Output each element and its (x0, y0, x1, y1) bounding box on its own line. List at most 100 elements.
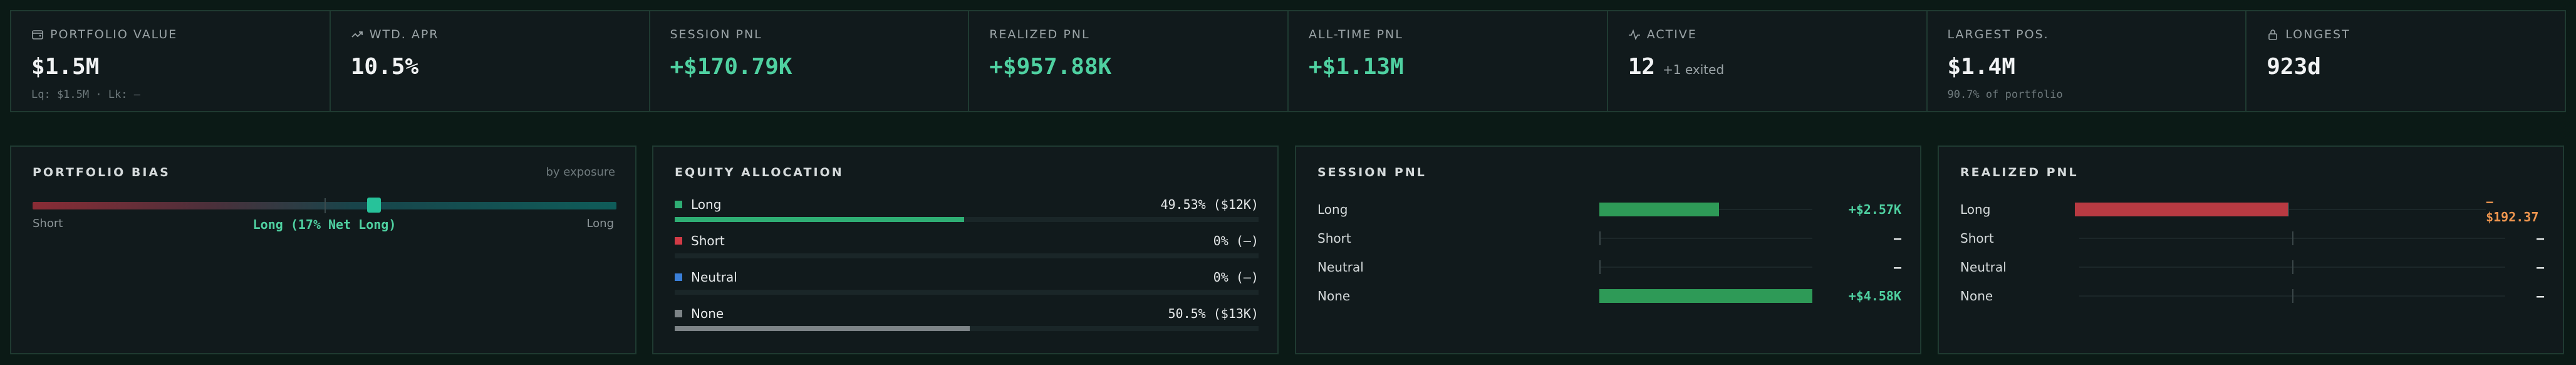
stat-extra: +1 exited (1663, 62, 1725, 77)
allocation-label: Short (691, 233, 725, 248)
stat-label: REALIZED PNL (989, 28, 1090, 41)
stat-subtext: Lq: $1.5M · Lk: — (31, 88, 140, 101)
stat-label: WTD. APR (369, 28, 439, 41)
stat-label: SESSION PNL (670, 28, 762, 41)
allocation-track (675, 326, 1259, 331)
pnl-bar (1599, 203, 1719, 216)
pnl-row: Short – (1960, 226, 2544, 251)
pnl-label: Neutral (1960, 260, 2007, 275)
lock-icon (2268, 29, 2278, 40)
pnl-row: Long +$2.57K (1317, 197, 1901, 222)
pnl-row: Long −$192.37 (1960, 194, 2544, 225)
pnl-label: None (1317, 288, 1351, 304)
session-pnl-panel: SESSION PNL Long +$2.57K Short – Neutral – Non… (1295, 145, 1921, 354)
stat-label: LONGEST (2285, 28, 2350, 41)
pnl-value: – (1893, 260, 1901, 275)
stat-wtd-apr: WTD. APR 10.5% (331, 11, 650, 111)
legend-swatch (675, 201, 682, 208)
allocation-row: Short 0% (—) (675, 233, 1259, 258)
pnl-track (1599, 231, 1812, 245)
allocation-row: Neutral 0% (—) (675, 270, 1259, 295)
legend-swatch (675, 273, 682, 281)
pnl-row: None – (1960, 283, 2544, 309)
pnl-value: – (2536, 288, 2544, 304)
bias-caption: Long (17% Net Long) (252, 217, 397, 232)
pnl-row: Neutral – (1960, 255, 2544, 280)
stat-label: ACTIVE (1646, 28, 1697, 41)
bias-center-marker (325, 198, 326, 213)
stat-label: PORTFOLIO VALUE (50, 28, 178, 41)
pnl-track (1599, 260, 1812, 274)
bias-gauge (33, 198, 616, 213)
pnl-label: None (1960, 288, 1993, 304)
stat-value: $1.4M (1947, 54, 2015, 80)
stat-value: 12 (1628, 54, 1656, 80)
allocation-value: 0% (—) (1213, 233, 1259, 248)
stat-portfolio-value: PORTFOLIO VALUE $1.5M Lq: $1.5M · Lk: — (11, 11, 331, 111)
pnl-label: Long (1960, 202, 1991, 217)
stat-value: 923d (2267, 54, 2321, 80)
stat-value: $1.5M (31, 54, 100, 80)
pnl-track (1599, 289, 1812, 303)
panel-title: REALIZED PNL (1960, 166, 2079, 179)
pnl-zero-line (2288, 203, 2290, 216)
pnl-track (1599, 203, 1812, 216)
panel-title: PORTFOLIO BIAS (33, 166, 170, 179)
stat-subtext: 90.7% of portfolio (1947, 88, 2063, 101)
allocation-label: None (691, 306, 724, 321)
pnl-label: Neutral (1317, 260, 1364, 275)
pnl-track (2079, 289, 2505, 303)
stat-all-time-pnl: ALL-TIME PNL +$1.13M (1289, 11, 1608, 111)
allocation-label: Long (691, 197, 722, 212)
pnl-row: Neutral – (1317, 255, 1901, 280)
stat-largest-position: LARGEST POS. $1.4M 90.7% of portfolio (1928, 11, 2247, 111)
trending-up-icon (351, 31, 363, 38)
allocation-track (675, 290, 1259, 295)
pnl-zero-line (2292, 231, 2293, 245)
allocation-value: 50.5% ($13K) (1168, 306, 1259, 321)
allocation-track (675, 253, 1259, 258)
allocation-value: 0% (—) (1213, 270, 1259, 285)
pnl-bar (2075, 203, 2288, 216)
pnl-zero-line (2292, 260, 2293, 274)
legend-swatch (675, 237, 682, 245)
pnl-value: +$4.58K (1848, 288, 1901, 304)
stats-strip: PORTFOLIO VALUE $1.5M Lq: $1.5M · Lk: — … (10, 10, 2566, 112)
pnl-value: – (1893, 231, 1901, 246)
stat-longest: LONGEST 923d (2246, 11, 2565, 111)
pnl-track (2079, 260, 2505, 274)
stat-active: ACTIVE 12 +1 exited (1608, 11, 1928, 111)
allocation-value: 49.53% ($12K) (1160, 197, 1259, 212)
stat-session-pnl: SESSION PNL +$170.79K (650, 11, 970, 111)
stat-label: ALL-TIME PNL (1309, 28, 1403, 41)
legend-swatch (675, 310, 682, 317)
realized-pnl-panel: REALIZED PNL Long −$192.37 Short – Neutral – N… (1938, 145, 2564, 354)
allocation-track (675, 217, 1259, 222)
equity-allocation-panel: EQUITY ALLOCATION Long 49.53% ($12K) Short… (652, 145, 1279, 354)
allocation-label: Neutral (691, 270, 737, 285)
pnl-bar (1599, 289, 1812, 303)
pnl-label: Short (1960, 231, 1994, 246)
pnl-value: +$2.57K (1848, 202, 1901, 217)
stat-label: LARGEST POS. (1947, 28, 2049, 41)
stat-value: +$957.88K (989, 54, 1112, 80)
allocation-row: Long 49.53% ($12K) (675, 197, 1259, 222)
pnl-row: None +$4.58K (1317, 283, 1901, 309)
allocation-bar (675, 217, 964, 222)
activity-icon (1628, 29, 1640, 41)
allocation-bar (675, 326, 970, 331)
panel-title: SESSION PNL (1317, 166, 1426, 179)
pnl-track (2079, 231, 2505, 245)
portfolio-bias-panel: PORTFOLIO BIAS by exposure Short Long (1… (10, 145, 636, 354)
pnl-value: – (2536, 260, 2544, 275)
pnl-label: Long (1317, 202, 1348, 217)
pnl-zero-line (2292, 289, 2293, 303)
stat-value: +$1.13M (1309, 54, 1404, 80)
wallet-icon (32, 30, 43, 40)
stat-value: 10.5% (350, 54, 419, 80)
allocation-row: None 50.5% ($13K) (675, 306, 1259, 331)
panel-title: EQUITY ALLOCATION (675, 166, 844, 179)
pnl-zero-line (1599, 260, 1601, 274)
panel-note: by exposure (546, 166, 615, 179)
bias-indicator (367, 198, 382, 213)
